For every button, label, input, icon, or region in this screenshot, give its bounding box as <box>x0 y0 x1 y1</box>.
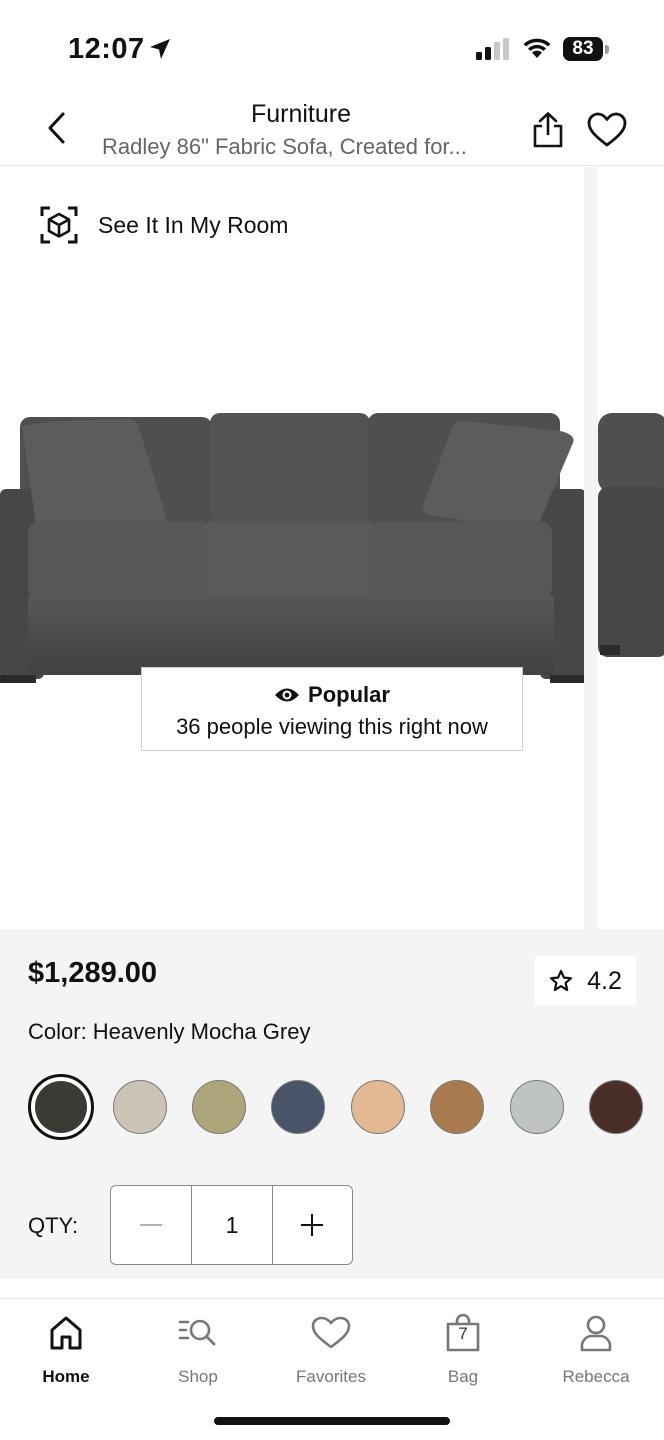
tab-account[interactable]: Rebecca <box>530 1311 662 1391</box>
battery-indicator: 83 <box>563 37 603 61</box>
search-list-icon <box>178 1319 216 1346</box>
bag-count-badge: 7 <box>458 1324 468 1343</box>
rating-badge[interactable]: 4.2 <box>535 956 636 1006</box>
qty-increase-button[interactable] <box>271 1186 352 1264</box>
color-swatch[interactable] <box>271 1080 325 1134</box>
status-bar: 12:07 83 <box>0 0 664 90</box>
page-title: Furniture <box>250 100 352 128</box>
popular-badge: Popular 36 people viewing this right now <box>141 667 523 751</box>
share-icon <box>533 112 563 148</box>
heart-icon <box>587 112 627 147</box>
popular-viewers-text: 36 people viewing this right now <box>176 714 488 739</box>
rating-value: 4.2 <box>587 966 622 995</box>
tab-shop-label: Shop <box>178 1367 218 1386</box>
share-button[interactable] <box>528 108 568 152</box>
product-info-panel: $1,289.00 4.2 Color: Heavenly Mocha Grey… <box>0 929 664 1279</box>
qty-value[interactable]: 1 <box>191 1186 271 1264</box>
ar-cube-icon <box>40 206 78 244</box>
qty-decrease-button[interactable] <box>111 1186 191 1264</box>
page-subtitle: Radley 86" Fabric Sofa, Created for... <box>102 134 467 159</box>
tab-bag-label: Bag <box>447 1367 479 1386</box>
popular-title: Popular <box>308 682 390 707</box>
color-swatches <box>28 1074 664 1140</box>
tab-home[interactable]: Home <box>0 1311 132 1391</box>
color-label: Color: Heavenly Mocha Grey <box>28 1019 311 1044</box>
tab-shop[interactable]: Shop <box>132 1311 264 1391</box>
color-swatch[interactable] <box>351 1080 405 1134</box>
next-sofa-image <box>598 413 664 657</box>
minus-icon <box>140 1224 163 1226</box>
see-in-room-button[interactable]: See It In My Room <box>40 203 288 247</box>
quantity-stepper: 1 <box>110 1185 353 1265</box>
tab-home-label: Home <box>42 1367 90 1386</box>
wifi-icon <box>523 38 551 58</box>
cellular-signal-icon <box>476 38 509 60</box>
heart-icon <box>311 1316 351 1349</box>
battery-tip <box>605 45 609 54</box>
color-swatch[interactable] <box>510 1080 564 1134</box>
nav-header: Furniture Radley 86" Fabric Sofa, Create… <box>0 90 664 166</box>
plus-icon <box>301 1214 324 1236</box>
product-image-gallery[interactable]: See It In My Room Popular 36 people view… <box>0 167 664 929</box>
color-swatch[interactable] <box>113 1080 167 1134</box>
star-icon <box>550 969 573 992</box>
location-arrow-icon <box>150 39 170 59</box>
gallery-page-divider <box>584 167 598 929</box>
color-swatch[interactable] <box>430 1080 484 1134</box>
tab-favorites[interactable]: Favorites <box>265 1311 397 1391</box>
home-icon <box>50 1316 82 1350</box>
see-in-room-label: See It In My Room <box>98 211 289 238</box>
home-indicator[interactable] <box>214 1417 450 1425</box>
color-swatch[interactable] <box>589 1080 643 1134</box>
color-swatch-selected[interactable] <box>28 1074 94 1140</box>
qty-label: QTY: <box>28 1213 79 1238</box>
favorite-button[interactable] <box>585 108 629 152</box>
tab-favorites-label: Favorites <box>296 1367 366 1386</box>
person-icon <box>580 1315 612 1352</box>
tab-bag[interactable]: 7 Bag <box>397 1311 529 1391</box>
color-swatch-fill <box>35 1081 87 1133</box>
eye-icon <box>275 688 300 702</box>
product-price: $1,289.00 <box>28 957 158 989</box>
sofa-image <box>0 413 586 683</box>
color-swatch[interactable] <box>192 1080 246 1134</box>
tab-account-label: Rebecca <box>562 1367 630 1386</box>
status-time: 12:07 <box>68 33 145 65</box>
